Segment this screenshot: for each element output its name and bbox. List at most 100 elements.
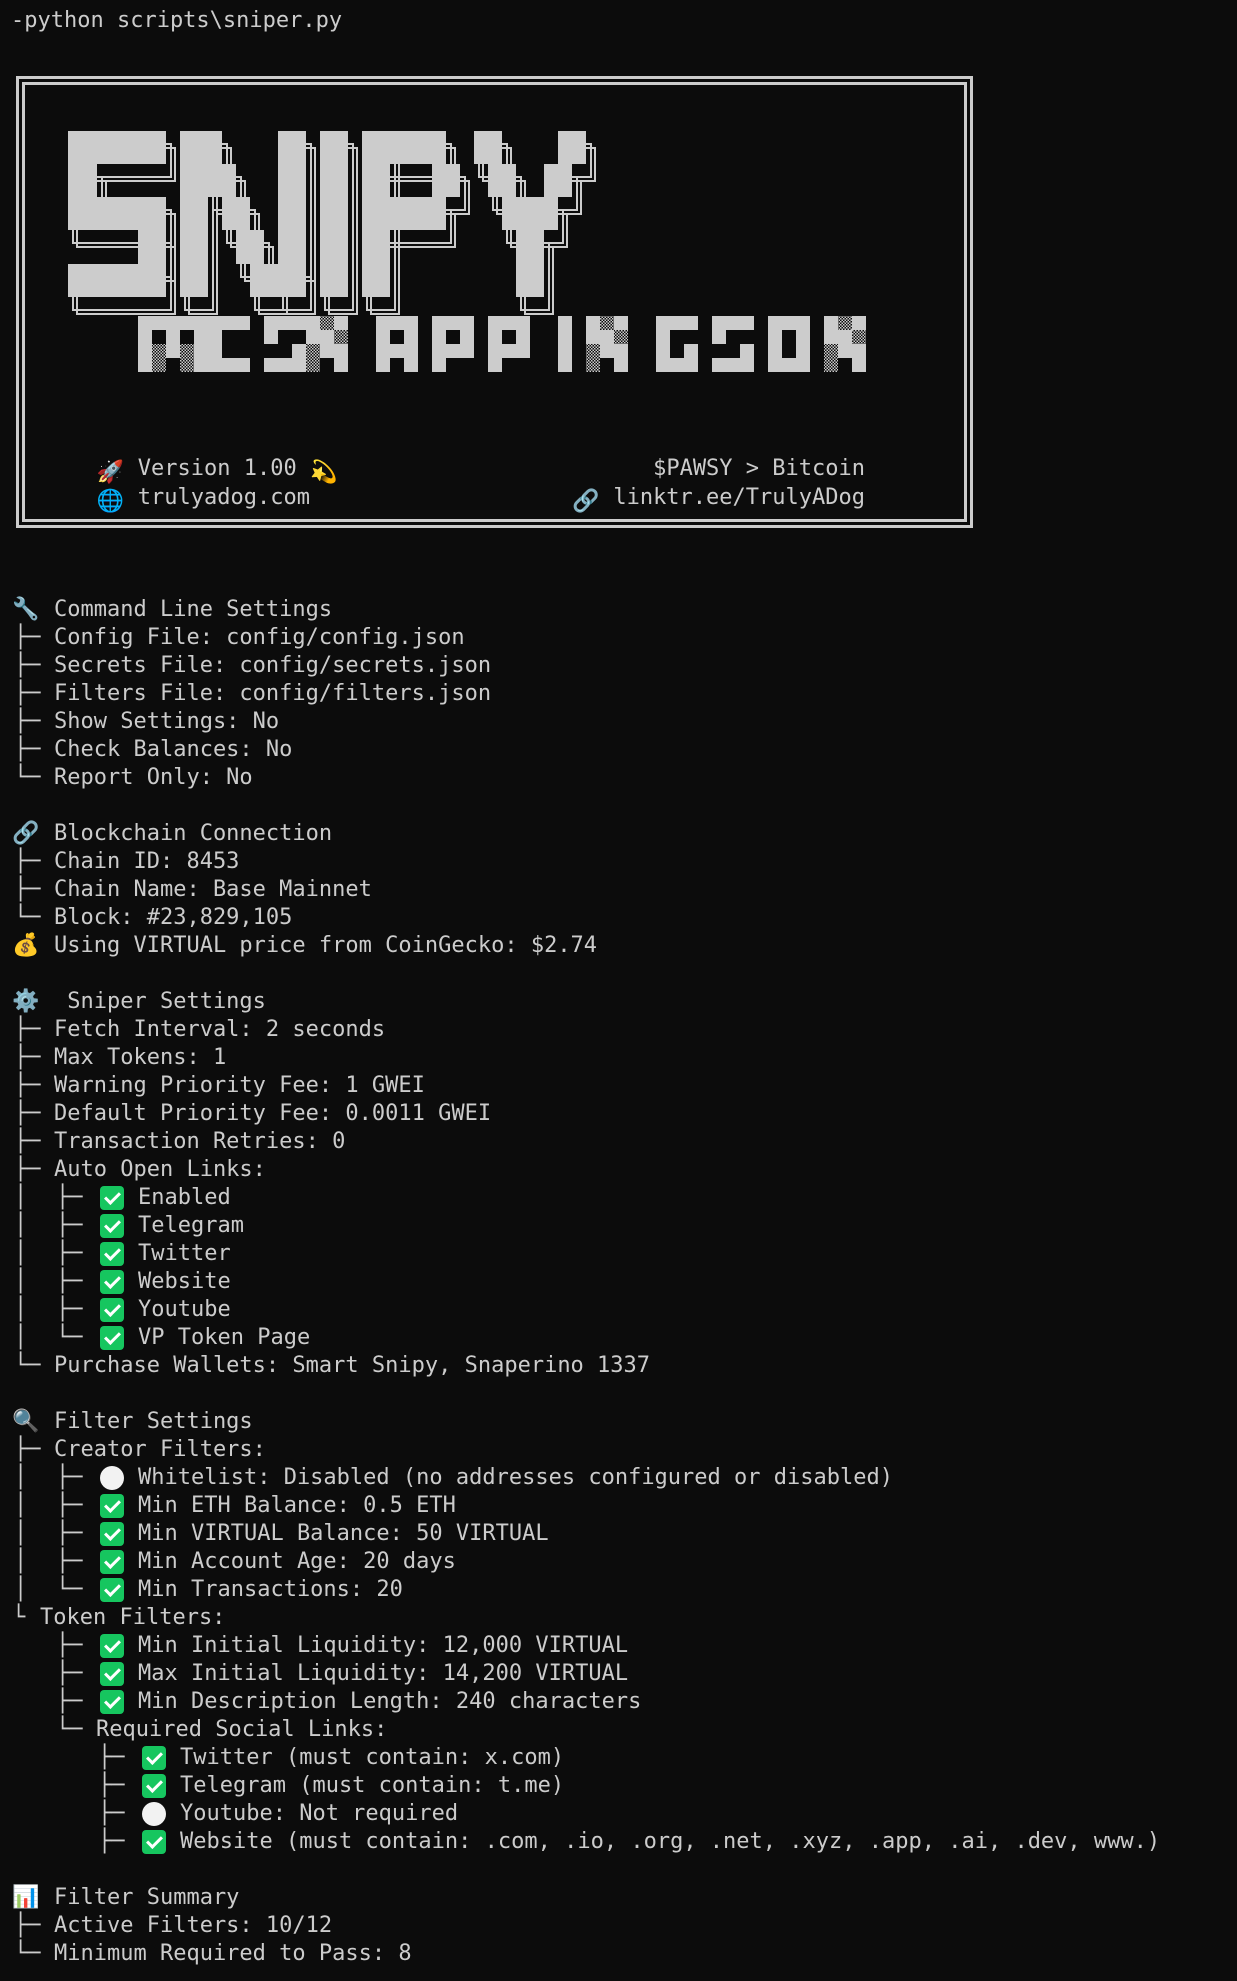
tree-branch: ├─ (56, 1633, 83, 1658)
magnifier-icon: 🔍 (12, 1409, 40, 1434)
check-icon (100, 1270, 124, 1294)
check-icon (100, 1634, 124, 1658)
mcsnappingson-subtitle (138, 316, 866, 372)
subtitle-block (502, 316, 516, 330)
tree-branch: ├─ (56, 1241, 83, 1266)
subtitle-block (152, 344, 166, 358)
subtitle-block (586, 316, 600, 330)
social-link-item: Website (must contain: .com, .io, .org, … (180, 1829, 1161, 1854)
subtitle-block (488, 344, 502, 358)
output-line: │ ├─ Min VIRTUAL Balance: 50 VIRTUAL (0, 1520, 549, 1548)
dizzy-icon: 💫 (310, 460, 338, 485)
setting-item: Max Tokens: 1 (54, 1045, 227, 1070)
subtitle-block (390, 316, 404, 330)
output-line: ├─ Min Initial Liquidity: 12,000 VIRTUAL (0, 1632, 628, 1660)
check-icon (100, 1186, 124, 1210)
creator-filter-item: Min Transactions: 20 (138, 1577, 403, 1602)
creator-filter-item: Min VIRTUAL Balance: 50 VIRTUAL (138, 1521, 549, 1546)
white-circle-icon (142, 1802, 166, 1826)
subtitle-block (782, 358, 796, 372)
tree-branch: ├─ (14, 1073, 41, 1098)
check-icon (100, 1326, 124, 1350)
subtitle-block (768, 330, 782, 344)
subtitle-block (670, 316, 684, 330)
snipy-block (502, 197, 558, 230)
tree-branch: ├─ (14, 653, 41, 678)
subtitle-block (516, 344, 530, 358)
subtitle-block (152, 316, 166, 330)
subtitle-block (614, 330, 628, 344)
wrench-icon: 🔧 (12, 597, 40, 622)
subtitle-block (152, 358, 166, 372)
subtitle-block (712, 316, 726, 330)
creator-filter-item: Min ETH Balance: 0.5 ETH (138, 1493, 456, 1518)
subtitle-block (740, 358, 754, 372)
auto-open-link-item: Website (138, 1269, 231, 1294)
tree-branch: ├─ (14, 709, 41, 734)
snipy-block (180, 131, 208, 297)
tree-branch: ├─ (56, 1465, 83, 1490)
snipy-block (250, 264, 306, 297)
output-line: │ ├─ Website (0, 1268, 231, 1296)
subtitle-block (278, 316, 292, 330)
tree-branch: ├─ (14, 849, 41, 874)
price-note: Using VIRTUAL price from CoinGecko: $2.7… (54, 933, 598, 958)
subtitle-block (768, 316, 782, 330)
subtitle-block (824, 316, 838, 330)
subtitle-block (558, 358, 572, 372)
tagline-row: $PAWSY > Bitcoin (627, 427, 865, 481)
subtitle-block (138, 316, 152, 330)
snipy-block (432, 164, 460, 197)
linktree-link[interactable]: linktr.ee/TrulyADog (613, 485, 865, 510)
subtitle-block (194, 316, 208, 330)
subtitle-block (446, 344, 460, 358)
summary-item: Active Filters: 10/12 (54, 1913, 333, 1938)
subtitle-block (656, 316, 670, 330)
website-link[interactable]: trulyadog.com (138, 485, 310, 510)
subtitle-block (180, 316, 194, 330)
tree-pipe: │ (14, 1549, 28, 1574)
social-link-item: Twitter (must contain: x.com) (180, 1745, 565, 1770)
subtitle-block (502, 344, 516, 358)
tree-branch: └─ (56, 1717, 83, 1742)
subtitle-block (656, 358, 670, 372)
subtitle-block (138, 330, 152, 344)
creator-filter-item: Whitelist: Disabled (no addresses config… (138, 1465, 893, 1490)
subtitle-block (726, 316, 740, 330)
check-icon (100, 1298, 124, 1322)
subtitle-block (852, 316, 866, 330)
output-line: ├─ Min Description Length: 240 characters (0, 1688, 641, 1716)
subtitle-block (838, 316, 852, 330)
subtitle-block (824, 358, 838, 372)
setting-item: Block: #23,829,105 (54, 905, 293, 930)
subtitle-block (558, 330, 572, 344)
tree-branch: ├─ (56, 1297, 83, 1322)
subtitle-block (516, 316, 530, 330)
output-line: │ └─ Min Transactions: 20 (0, 1576, 403, 1604)
subtitle-block (194, 344, 208, 358)
tree-branch: ├─ (14, 1045, 41, 1070)
subtitle-block (796, 344, 810, 358)
subtitle-block (656, 344, 670, 358)
website-row: 🌐 trulyadog.com (70, 456, 310, 514)
linktree-row: 🔗 linktr.ee/TrulyADog (546, 456, 865, 514)
tree-branch: └─ (14, 1941, 41, 1966)
subtitle-block (390, 344, 404, 358)
tree-branch: ├─ (14, 1913, 41, 1938)
snipy-block (138, 230, 166, 264)
section-heading: Command Line Settings (54, 597, 333, 622)
subtitle-block (264, 330, 278, 344)
subtitle-block (306, 330, 320, 344)
link-icon: 🔗 (572, 489, 600, 514)
subtitle-block (670, 358, 684, 372)
subtitle-block (138, 358, 152, 372)
tree-branch: ├─ (14, 1101, 41, 1126)
subtitle-block (404, 344, 418, 358)
check-icon (100, 1690, 124, 1714)
subtitle-block (768, 358, 782, 372)
subtitle-block (306, 316, 320, 330)
setting-item: Chain Name: Base Mainnet (54, 877, 372, 902)
subtitle-block (782, 316, 796, 330)
subtitle-block (740, 316, 754, 330)
output-line: │ ├─ Twitter (0, 1240, 231, 1268)
